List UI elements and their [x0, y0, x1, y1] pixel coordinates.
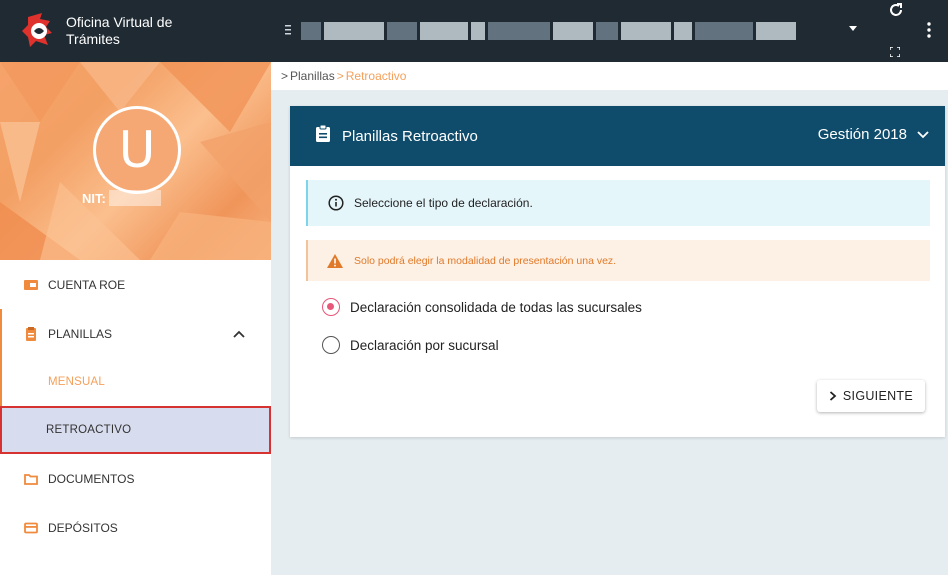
radio-por-sucursal[interactable] [322, 336, 340, 354]
app-title: Oficina Virtual de Trámites [66, 14, 173, 47]
sidebar-item-label: DEPÓSITOS [48, 520, 118, 535]
breadcrumb: > Planillas > Retroactivo [271, 62, 948, 90]
card-header: Planillas Retroactivo Gestión 2018 [290, 106, 945, 166]
gestion-selector[interactable]: Gestión 2018 [818, 126, 929, 143]
option-label: Declaración por sucursal [350, 337, 499, 353]
folder-icon [24, 472, 38, 486]
sidebar-menu: CUENTA ROE PLANILLAS MENSUAL RETROACTIVO… [0, 260, 271, 552]
radio-consolidada[interactable] [322, 298, 340, 316]
nit-value-masked [108, 190, 161, 206]
sidebar-item-cuenta-roe[interactable]: CUENTA ROE [0, 260, 271, 309]
fullscreen-icon[interactable] [889, 44, 901, 58]
gestion-label: Gestión 2018 [817, 126, 907, 143]
info-alert: Seleccione el tipo de declaración. [306, 180, 930, 226]
sidebar-item-documentos[interactable]: DOCUMENTOS [0, 454, 271, 503]
menu-icon[interactable] [285, 24, 291, 39]
masked-company-selector[interactable] [301, 20, 831, 42]
clipboard-icon [316, 124, 330, 147]
option-consolidada[interactable]: Declaración consolidada de todas las suc… [322, 298, 642, 316]
breadcrumb-current: Retroactivo [345, 69, 407, 83]
info-alert-text: Seleccione el tipo de declaración. [354, 196, 533, 210]
credit-card-icon [24, 521, 38, 535]
card-icon [24, 278, 38, 292]
chevron-right-icon [829, 391, 837, 401]
option-por-sucursal[interactable]: Declaración por sucursal [322, 336, 499, 354]
sidebar-subitem-mensual[interactable]: MENSUAL [0, 358, 271, 406]
sidebar-item-label: CUENTA ROE [48, 277, 126, 292]
option-label: Declaración consolidada de todas las suc… [350, 299, 642, 315]
sidebar-subitem-retroactivo[interactable]: RETROACTIVO [0, 406, 271, 454]
sidebar-item-planillas[interactable]: PLANILLAS [0, 309, 271, 358]
app-logo-icon [20, 11, 60, 51]
dropdown-caret-icon[interactable] [849, 26, 857, 31]
avatar: U [93, 106, 181, 194]
profile-banner: U [0, 62, 271, 260]
brand-header: Oficina Virtual de Trámites [0, 0, 271, 62]
top-bar [271, 0, 948, 62]
breadcrumb-planillas[interactable]: Planillas [290, 69, 335, 83]
card-title: Planillas Retroactivo [342, 127, 478, 145]
next-button-label: SIGUIENTE [842, 389, 913, 403]
next-button[interactable]: SIGUIENTE [816, 380, 925, 412]
main-content: > Planillas > Retroactivo Planillas Retr… [271, 62, 948, 575]
nit-info: NIT: [82, 190, 161, 206]
breadcrumb-separator: > [281, 69, 289, 83]
info-icon [328, 195, 344, 211]
sidebar-item-depositos[interactable]: DEPÓSITOS [0, 503, 271, 552]
warning-icon [327, 253, 343, 268]
warning-alert: Solo podrá elegir la modalidad de presen… [306, 240, 930, 281]
chevron-down-icon [917, 130, 929, 138]
sidebar: Oficina Virtual de Trámites U NIT: CUENT… [0, 0, 271, 575]
warning-alert-text: Solo podrá elegir la modalidad de presen… [354, 254, 617, 267]
breadcrumb-separator: > [336, 69, 344, 83]
sidebar-item-label: DOCUMENTOS [48, 471, 135, 486]
refresh-icon[interactable] [888, 2, 904, 23]
clipboard-icon [24, 326, 38, 341]
declaration-card: Planillas Retroactivo Gestión 2018 Selec… [290, 106, 945, 437]
more-options-icon[interactable] [927, 22, 931, 43]
chevron-up-icon [233, 327, 245, 341]
sidebar-item-label: PLANILLAS [48, 326, 113, 341]
nit-label: NIT: [82, 190, 106, 206]
